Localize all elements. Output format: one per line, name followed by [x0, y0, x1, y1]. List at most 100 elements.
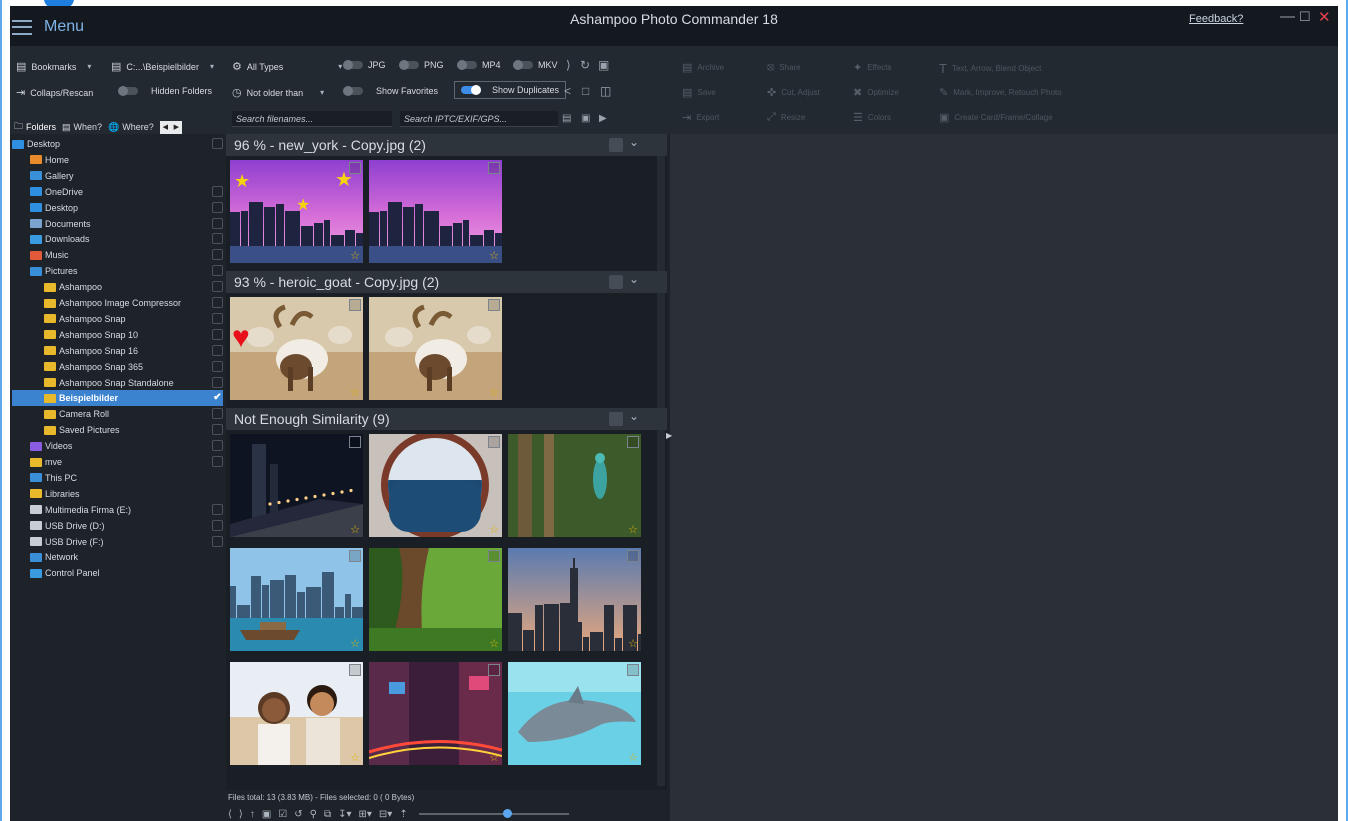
print-icon[interactable]: ◫ [600, 84, 611, 98]
thumbnail-checkbox[interactable] [349, 299, 361, 311]
favorite-star-icon[interactable]: ☆ [350, 751, 360, 764]
favorite-star-icon[interactable]: ☆ [350, 523, 360, 536]
thumbnail-checkbox[interactable] [627, 550, 639, 562]
thumbnail-checkbox[interactable] [488, 436, 500, 448]
favorite-star-icon[interactable]: ☆ [628, 637, 638, 650]
forward-icon[interactable]: ⟩ [239, 809, 243, 820]
tree-item[interactable]: Pictures [12, 263, 223, 279]
thumbnail-checkbox[interactable] [349, 550, 361, 562]
favorite-star-icon[interactable]: ☆ [489, 249, 499, 262]
favorite-star-icon[interactable]: ☆ [350, 637, 360, 650]
tree-item-checkbox[interactable] [212, 281, 223, 293]
thumbnail[interactable]: ☆ [230, 662, 363, 765]
tree-item-checkbox[interactable] [212, 217, 223, 229]
group-checkbox[interactable] [609, 275, 623, 289]
search-filenames-input[interactable] [232, 111, 392, 127]
type-filter-dropdown[interactable]: ⚙ All Types ▾ [232, 60, 342, 73]
export-list-icon[interactable]: ▣ [598, 58, 609, 72]
favorite-star-icon[interactable]: ☆ [489, 637, 499, 650]
favorite-star-icon[interactable]: ☆ [628, 523, 638, 536]
thumbnail[interactable]: ☆ [230, 548, 363, 651]
copy-icon[interactable]: ⧉ [324, 809, 331, 820]
thumbnail-checkbox[interactable] [627, 664, 639, 676]
tree-item[interactable]: Gallery [12, 168, 223, 184]
tree-item-checkbox[interactable] [212, 376, 223, 388]
show-duplicates-toggle[interactable]: Show Duplicates [454, 81, 567, 99]
tree-item[interactable]: This PC [12, 470, 223, 486]
tree-item[interactable]: Ashampoo Snap Standalone [12, 375, 223, 391]
zoom-slider[interactable] [418, 809, 569, 818]
tree-item-checkbox[interactable] [212, 328, 223, 340]
grid-icon[interactable]: ⊞▾ [359, 809, 372, 820]
panel-icon[interactable]: ▣ [262, 809, 271, 820]
tree-item[interactable]: Music [12, 247, 223, 263]
tree-item-checkbox[interactable] [212, 344, 223, 356]
thumbnail-scrollbar[interactable] [657, 156, 665, 786]
more-icon[interactable]: ⟩ [566, 58, 571, 72]
tree-item-checkbox[interactable] [212, 503, 223, 515]
group-checkbox[interactable] [609, 412, 623, 426]
tree-item[interactable]: Control Panel [12, 565, 223, 581]
back-icon[interactable]: ⟨ [228, 809, 232, 820]
tree-item[interactable]: OneDrive [12, 184, 223, 200]
show-favorites-toggle[interactable]: Show Favorites [343, 86, 438, 96]
thumbnail[interactable]: ☆ ★ ★ ★ [230, 160, 363, 263]
tree-item-checkbox[interactable] [212, 201, 223, 213]
group-header[interactable]: Not Enough Similarity (9) ⌄ [226, 408, 667, 430]
tree-item[interactable]: Libraries [12, 486, 223, 502]
up-icon[interactable]: ↑ [250, 809, 255, 820]
tree-item-checkbox[interactable] [212, 233, 223, 245]
search-meta-input[interactable] [400, 111, 558, 127]
file-icon[interactable]: □ [582, 84, 589, 98]
thumbnail-checkbox[interactable] [349, 664, 361, 676]
tree-item[interactable]: Ashampoo Image Compressor [12, 295, 223, 311]
tree-item-checkbox[interactable] [212, 408, 223, 420]
tree-item[interactable]: Home [12, 152, 223, 168]
thumbnail-checkbox[interactable] [488, 664, 500, 676]
slideshow-icon[interactable]: ▶ [599, 113, 607, 124]
toggle-show-duplicates[interactable] [461, 85, 481, 95]
tree-item[interactable]: Network [12, 549, 223, 565]
thumbnail[interactable]: ☆ [369, 662, 502, 765]
tree-item[interactable]: Downloads [12, 231, 223, 247]
feedback-link[interactable]: Feedback? [1189, 13, 1243, 25]
close-icon[interactable]: ✕ [1318, 8, 1331, 26]
minimize-icon[interactable]: — [1280, 8, 1295, 25]
hidden-folders-toggle[interactable]: Hidden Folders [118, 86, 212, 96]
tree-item-checkbox[interactable] [212, 519, 223, 531]
view-icon[interactable]: ⊟▾ [379, 809, 392, 820]
bookmarks-dropdown[interactable]: ▤ Bookmarks ▾ [16, 60, 91, 73]
tree-item-checkbox[interactable] [212, 312, 223, 324]
chevron-down-icon[interactable]: ⌄ [629, 272, 639, 286]
thumbnail[interactable]: ☆ ♥ [230, 297, 363, 400]
tree-item[interactable]: Ashampoo [12, 279, 223, 295]
tree-item-checkbox[interactable] [212, 440, 223, 452]
toggle-hidden-folders[interactable] [118, 86, 138, 96]
tab-folders[interactable]: 🗀 Folders [14, 119, 56, 135]
tree-item[interactable]: Camera Roll [12, 406, 223, 422]
tree-item-checkbox[interactable]: ✔ [212, 392, 223, 403]
group-header[interactable]: 96 % - new_york - Copy.jpg (2) ⌄ [226, 134, 667, 156]
filter-png[interactable]: PNG [399, 60, 444, 70]
chevron-down-icon[interactable]: ⌄ [629, 409, 639, 423]
tree-item[interactable]: Ashampoo Snap 365 [12, 359, 223, 375]
thumbnail[interactable]: ☆ [369, 548, 502, 651]
tree-item[interactable]: USB Drive (F:) [12, 534, 223, 550]
edit-search-icon[interactable]: ▣ [581, 113, 590, 124]
tree-item[interactable]: Documents [12, 216, 223, 232]
thumbnail[interactable]: ☆ [508, 548, 641, 651]
share-icon[interactable]: < [564, 84, 571, 98]
select-icon[interactable]: ☑ [278, 809, 287, 820]
toggle-mkv[interactable] [513, 60, 533, 70]
thumbnail-checkbox[interactable] [488, 299, 500, 311]
tree-item-checkbox[interactable] [212, 185, 223, 197]
thumbnail[interactable]: ☆ [230, 434, 363, 537]
group-header[interactable]: 93 % - heroic_goat - Copy.jpg (2) ⌄ [226, 271, 667, 293]
toggle-show-favorites[interactable] [343, 86, 363, 96]
zoom-icon[interactable]: ⚲ [310, 809, 317, 820]
thumbnail[interactable]: ☆ [369, 434, 502, 537]
refresh-icon[interactable]: ↻ [580, 58, 590, 72]
favorite-star-icon[interactable]: ☆ [489, 751, 499, 764]
path-dropdown[interactable]: ▤ C:...\Beispielbilder ▾ [111, 60, 214, 73]
maximize-icon[interactable]: ☐ [1299, 9, 1311, 25]
